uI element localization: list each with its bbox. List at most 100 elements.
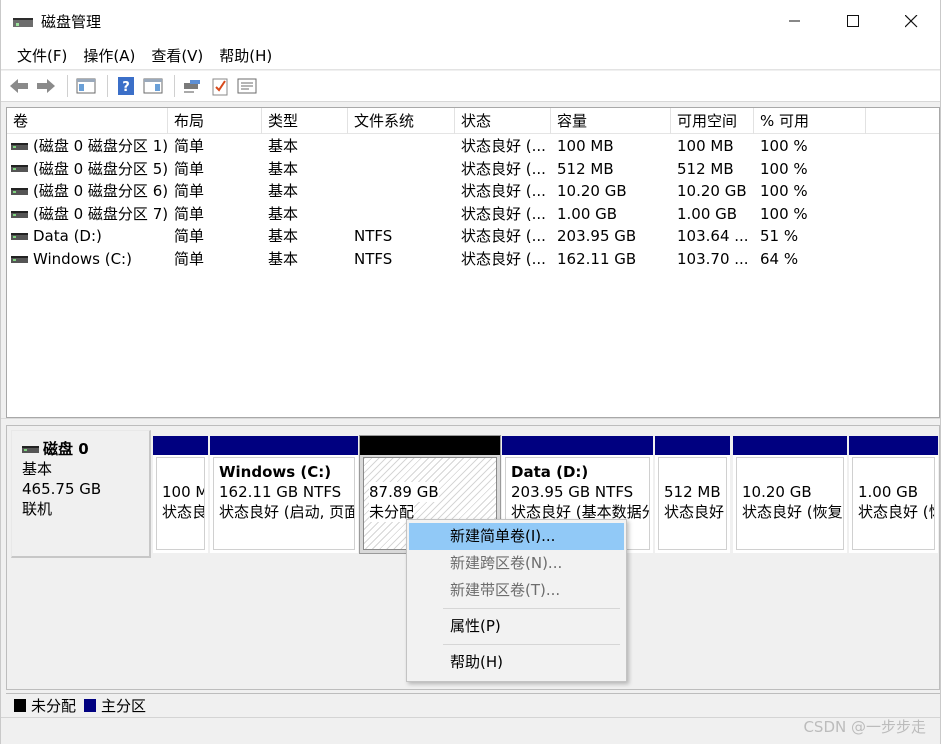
- legend-unallocated: 未分配: [14, 695, 76, 716]
- status-cell: 状态良好 (...: [461, 249, 546, 268]
- partition-windows-c[interactable]: Windows (C:) 162.11 GB NTFS 状态良好 (启动, 页面: [210, 436, 358, 553]
- disk-type: 基本: [22, 460, 53, 478]
- volume-cell: (磁盘 0 磁盘分区 1): [7, 135, 168, 158]
- status-cell: 状态良好 (...: [461, 204, 546, 223]
- capacity-cell: 162.11 GB: [557, 249, 637, 268]
- primary-partition-bar: [849, 436, 938, 455]
- volume-name: (磁盘 0 磁盘分区 1): [33, 137, 168, 155]
- table-row[interactable]: (磁盘 0 磁盘分区 1) 简单 基本 状态良好 (... 100 MB 100…: [7, 135, 939, 158]
- partition-1[interactable]: 100 M 状态良: [153, 436, 208, 553]
- partition-status: 状态良好 (恢复: [742, 503, 843, 521]
- checklist-button[interactable]: [208, 74, 232, 98]
- menu-item-new-simple-volume[interactable]: 新建简单卷(I)...: [409, 523, 624, 550]
- forward-button[interactable]: [34, 74, 58, 98]
- menu-item-new-striped-volume[interactable]: 新建带区卷(T)...: [409, 577, 624, 604]
- layout-cell: 简单: [174, 204, 205, 223]
- partition-title: Data (D:): [511, 463, 589, 481]
- unallocated-swatch: [14, 699, 26, 712]
- back-icon: [10, 79, 28, 93]
- window-title: 磁盘管理: [41, 12, 102, 31]
- partition-size: 1.00 GB: [858, 483, 919, 501]
- partition-status: 状态良: [162, 503, 205, 521]
- volume-list-header: 卷 布局 类型 文件系统 状态 容量 可用空间 % 可用: [7, 108, 939, 134]
- free-space-cell: 103.70 ...: [677, 249, 749, 268]
- column-header-free-space[interactable]: 可用空间: [671, 108, 754, 134]
- type-cell: 基本: [268, 137, 299, 155]
- free-space-cell: 10.20 GB: [677, 182, 747, 201]
- table-row[interactable]: Windows (C:) 简单 基本 NTFS 状态良好 (... 162.11…: [7, 248, 939, 271]
- filesystem-cell: NTFS: [354, 227, 393, 246]
- partition-details: 100 M 状态良: [156, 457, 205, 550]
- column-header-capacity[interactable]: 容量: [551, 108, 671, 134]
- help-icon: ?: [118, 77, 134, 95]
- column-header-status[interactable]: 状态: [455, 108, 551, 134]
- show-hide-console-tree-button[interactable]: [74, 74, 98, 98]
- column-header-layout[interactable]: 布局: [168, 108, 262, 134]
- close-icon: [904, 14, 917, 27]
- volume-cell: (磁盘 0 磁盘分区 6): [7, 180, 168, 203]
- menu-item-new-spanned-volume[interactable]: 新建跨区卷(N)...: [409, 550, 624, 577]
- panel-2-icon: [143, 78, 163, 94]
- menu-file[interactable]: 文件(F): [9, 42, 75, 70]
- primary-partition-bar: [733, 436, 847, 455]
- menu-view[interactable]: 查看(V): [143, 42, 211, 70]
- column-header-filesystem[interactable]: 文件系统: [348, 108, 455, 134]
- column-header-type[interactable]: 类型: [262, 108, 348, 134]
- menu-item-properties[interactable]: 属性(P): [409, 613, 624, 640]
- free-space-cell: 100 MB: [677, 137, 734, 155]
- menu-item-help[interactable]: 帮助(H): [409, 649, 624, 676]
- toolbar-separator: [174, 75, 175, 97]
- minimize-button[interactable]: [766, 0, 824, 42]
- menu-bar: 文件(F) 操作(A) 查看(V) 帮助(H): [1, 42, 940, 70]
- layout-cell: 简单: [174, 182, 205, 201]
- properties-button[interactable]: [235, 74, 259, 98]
- forward-icon: [37, 79, 55, 93]
- partition-6[interactable]: 10.20 GB 状态良好 (恢复: [733, 436, 847, 553]
- pane-splitter[interactable]: [1, 418, 940, 424]
- type-cell: 基本: [268, 204, 299, 223]
- column-header-volume[interactable]: 卷: [7, 108, 168, 134]
- status-bar: [1, 717, 940, 744]
- watermark: CSDN @一步步走: [803, 718, 926, 736]
- percent-free-cell: 100 %: [760, 159, 808, 178]
- table-row[interactable]: (磁盘 0 磁盘分区 6) 简单 基本 状态良好 (... 10.20 GB 1…: [7, 180, 939, 203]
- volume-name: Windows (C:): [33, 249, 132, 268]
- partition-size: 162.11 GB NTFS: [219, 483, 342, 501]
- free-space-cell: 103.64 ...: [677, 227, 749, 246]
- properties-icon: [237, 78, 257, 94]
- primary-partition-bar: [655, 436, 730, 455]
- show-action-pane-button[interactable]: [141, 74, 165, 98]
- disk-size: 465.75 GB: [22, 480, 102, 498]
- volume-icon: [11, 233, 28, 241]
- back-button[interactable]: [7, 74, 31, 98]
- volume-icon: [11, 142, 28, 150]
- volume-list: 卷 布局 类型 文件系统 状态 容量 可用空间 % 可用 (磁盘 0 磁盘分区 …: [6, 107, 940, 418]
- checklist-icon: [212, 78, 228, 96]
- disk-name: 磁盘 0: [43, 440, 89, 458]
- column-header-percent-free[interactable]: % 可用: [754, 108, 866, 134]
- window-controls: [766, 0, 940, 42]
- disk-management-window: 磁盘管理 文件(F) 操作(A) 查看(V) 帮助(H) ? 卷 布局 类型 文…: [0, 0, 941, 744]
- volume-cell: Data (D:): [7, 225, 168, 248]
- table-row[interactable]: (磁盘 0 磁盘分区 5) 简单 基本 状态良好 (... 512 MB 512…: [7, 158, 939, 181]
- filesystem-cell: [348, 158, 455, 181]
- capacity-cell: 100 MB: [557, 137, 614, 155]
- partition-5[interactable]: 512 MB 状态良好: [655, 436, 730, 553]
- filesystem-cell: [348, 203, 455, 226]
- partition-details: 10.20 GB 状态良好 (恢复: [736, 457, 844, 550]
- menu-help[interactable]: 帮助(H): [211, 42, 280, 70]
- close-button[interactable]: [882, 0, 940, 42]
- percent-free-cell: 64 %: [760, 249, 799, 268]
- partition-7[interactable]: 1.00 GB 状态良好 (恢: [849, 436, 938, 553]
- volume-name: (磁盘 0 磁盘分区 5): [33, 159, 168, 178]
- connect-button[interactable]: [181, 74, 205, 98]
- maximize-button[interactable]: [824, 0, 882, 42]
- disk-0-label[interactable]: 磁盘 0 基本 465.75 GB 联机: [11, 430, 151, 558]
- type-cell: 基本: [268, 182, 299, 201]
- legend-primary: 主分区: [84, 695, 146, 716]
- table-row[interactable]: Data (D:) 简单 基本 NTFS 状态良好 (... 203.95 GB…: [7, 225, 939, 248]
- menu-action[interactable]: 操作(A): [75, 42, 143, 70]
- help-button[interactable]: ?: [114, 74, 138, 98]
- table-row[interactable]: (磁盘 0 磁盘分区 7) 简单 基本 状态良好 (... 1.00 GB 1.…: [7, 203, 939, 226]
- status-cell: 状态良好 (...: [461, 182, 546, 201]
